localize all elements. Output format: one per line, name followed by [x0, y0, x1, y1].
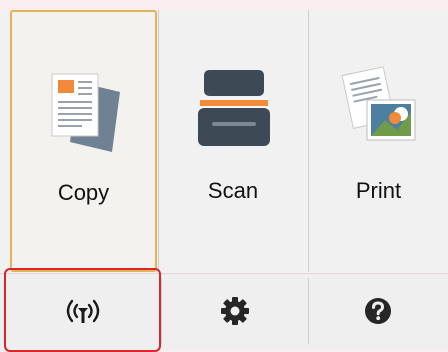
help-question-icon	[365, 298, 391, 324]
settings-button[interactable]	[161, 273, 308, 349]
print-tile[interactable]: Print	[309, 10, 448, 272]
wireless-antenna-icon	[66, 299, 99, 323]
help-button[interactable]	[308, 273, 448, 349]
scan-label: Scan	[207, 178, 259, 203]
scan-tile[interactable]: Scan	[159, 10, 307, 272]
copy-document-icon	[51, 73, 120, 152]
print-label: Print	[355, 178, 402, 203]
wireless-button[interactable]	[4, 273, 161, 349]
copy-label: Copy	[57, 180, 110, 205]
gear-icon	[220, 297, 249, 325]
copy-tile[interactable]: Copy	[10, 10, 157, 272]
scanner-icon	[198, 70, 270, 146]
printer-home-screen: Copy Scan Print	[0, 0, 448, 352]
photo-print-icon	[341, 66, 416, 141]
